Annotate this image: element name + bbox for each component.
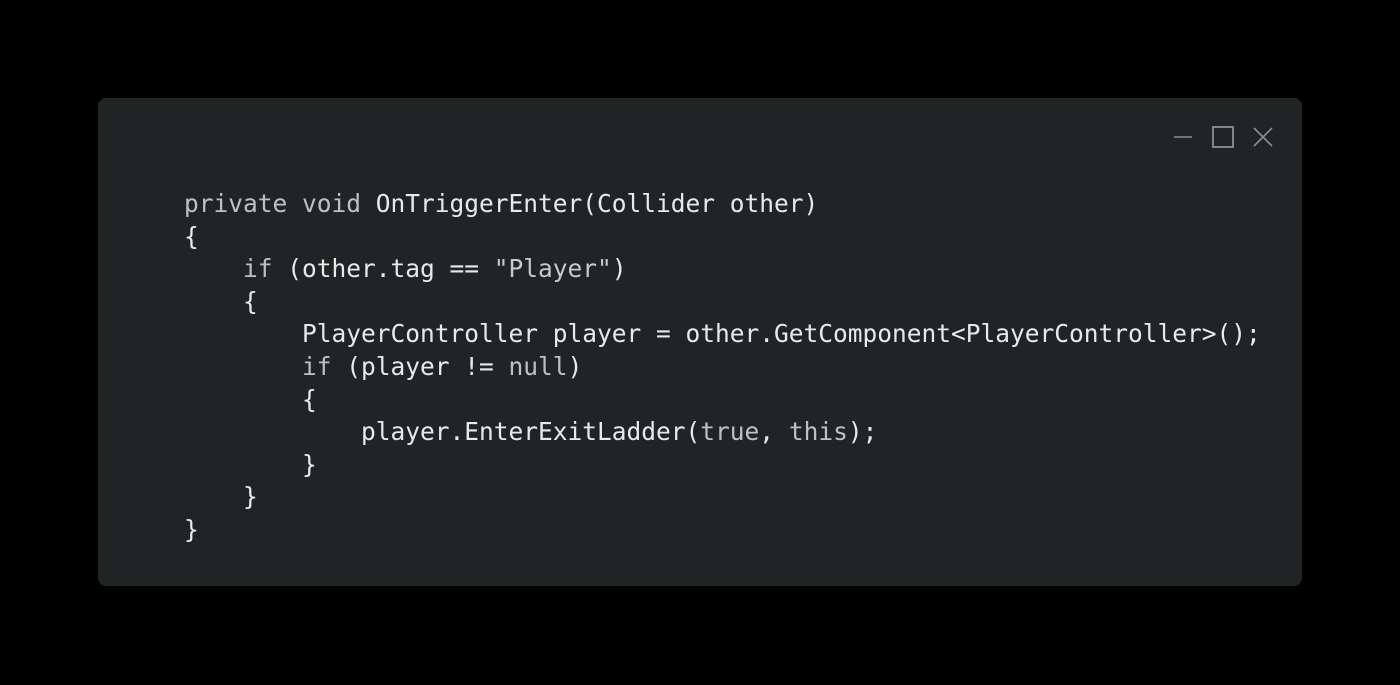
code-token: if — [302, 351, 332, 381]
code-token: } — [184, 514, 199, 544]
code-line: { — [184, 221, 1261, 254]
code-line: player.EnterExitLadder(true, this); — [184, 416, 1261, 449]
code-token: player.EnterExitLadder( — [361, 417, 701, 447]
code-token: null — [508, 351, 568, 381]
code-token: ) — [611, 254, 627, 284]
code-line: } — [184, 514, 1261, 547]
code-block: private void OnTriggerEnter(Collider oth… — [184, 188, 1261, 547]
code-token: true — [700, 417, 760, 447]
code-line: } — [184, 481, 1261, 514]
minimize-icon[interactable] — [1170, 124, 1196, 150]
code-token: PlayerController player = other.GetCompo… — [302, 319, 1261, 349]
code-token: OnTriggerEnter(Collider other) — [361, 189, 819, 218]
code-line: if (other.tag == "Player") — [184, 253, 1261, 286]
code-token: (player != — [331, 351, 509, 381]
code-token: void — [302, 189, 362, 218]
code-token: if — [243, 254, 273, 284]
code-token: { — [184, 221, 199, 251]
code-line: PlayerController player = other.GetCompo… — [184, 318, 1261, 351]
code-line: { — [184, 384, 1261, 417]
window-controls — [1170, 124, 1276, 150]
code-line: { — [184, 286, 1261, 319]
code-token: private — [184, 189, 288, 218]
code-token: , — [759, 417, 789, 447]
code-window: private void OnTriggerEnter(Collider oth… — [98, 98, 1302, 586]
code-line: private void OnTriggerEnter(Collider oth… — [184, 188, 1261, 221]
close-icon[interactable] — [1250, 124, 1276, 150]
code-token: { — [302, 384, 317, 414]
code-token: { — [243, 286, 258, 316]
code-line: if (player != null) — [184, 351, 1261, 384]
code-token: } — [302, 449, 317, 479]
code-token: this — [788, 417, 848, 447]
code-token: ) — [567, 351, 583, 381]
code-token: (other.tag == — [272, 254, 494, 284]
code-token: "Player" — [493, 254, 612, 284]
code-line: } — [184, 449, 1261, 482]
maximize-icon[interactable] — [1210, 124, 1236, 150]
code-token: } — [243, 482, 258, 512]
code-token: ); — [847, 417, 878, 447]
